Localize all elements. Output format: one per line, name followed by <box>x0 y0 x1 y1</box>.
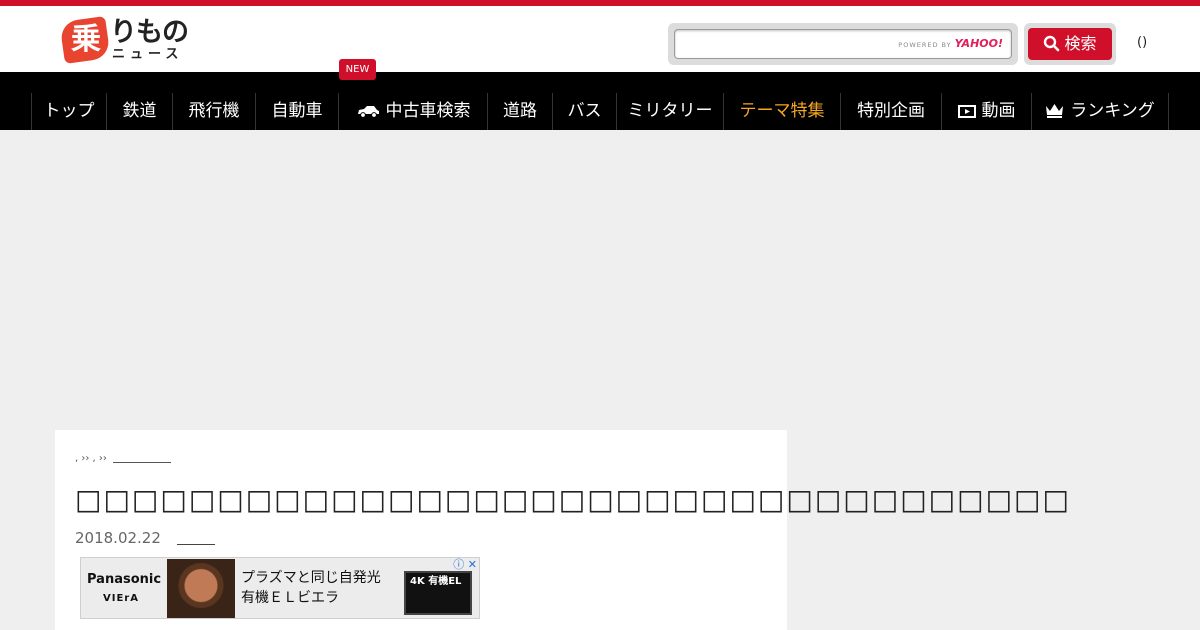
nav-item-theme-feature[interactable]: テーマ特集 <box>723 93 840 130</box>
nav-item-military[interactable]: ミリタリー <box>616 93 723 130</box>
nav-label: 道路 <box>503 101 537 121</box>
nav-item-video[interactable]: 動画 <box>941 93 1031 130</box>
car-icon <box>357 106 379 118</box>
ad-copy-line2: 有機ＥＬビエラ <box>241 590 339 606</box>
nav-label: 飛行機 <box>188 101 240 121</box>
ad-choices-close-icon[interactable]: ⓘ ✕ <box>453 558 477 572</box>
search-input[interactable]: POWERED BY YAHOO! <box>674 29 1012 59</box>
breadcrumb: , ›› , ›› <box>75 452 171 466</box>
nav-label: 中古車検索 <box>385 101 471 121</box>
ad-tv-image: 4K 有機EL <box>404 571 472 615</box>
nav-label: ミリタリー <box>627 101 713 121</box>
search-button-label: 検索 <box>1064 34 1097 53</box>
ad-placeholder <box>0 130 1200 430</box>
video-icon <box>957 105 976 118</box>
article-date: 2018.02.22 <box>75 529 161 547</box>
powered-by-label: POWERED BY YAHOO! <box>898 38 1003 51</box>
display-ad-banner[interactable]: Panasonic VIErA プラズマと同じ自発光 有機ＥＬビエラ 4K 有機… <box>80 557 480 619</box>
nav-item-top[interactable]: トップ <box>31 93 106 130</box>
nav-item-car[interactable]: 自動車 <box>255 93 338 130</box>
nav-item-special-project[interactable]: 特別企画 <box>840 93 941 130</box>
nav-label: トップ <box>43 101 95 121</box>
crown-icon <box>1046 104 1064 118</box>
new-badge: NEW <box>339 59 376 80</box>
nav-item-road[interactable]: 道路 <box>487 93 552 130</box>
nav-item-airplane[interactable]: 飛行機 <box>172 93 255 130</box>
nav-item-bus[interactable]: バス <box>552 93 616 130</box>
article-title: □□□□□□□□□□□□□□□□□□□□□□□□□□□□□□□□□□□ <box>75 483 1071 516</box>
nav-label: 特別企画 <box>857 101 925 121</box>
ad-brand: Panasonic <box>87 572 162 587</box>
article-meta: 2018.02.22 <box>75 528 215 548</box>
main-nav: トップ 鉄道 飛行機 自動車 中古車検索 道路 バス ミリタリー テーマ特集 特… <box>0 59 1200 130</box>
nav-label: テーマ特集 <box>739 101 825 121</box>
nav-label: 自動車 <box>271 101 323 121</box>
nav-item-used-car-search[interactable]: 中古車検索 <box>338 93 487 130</box>
breadcrumb-current-link[interactable] <box>112 453 171 463</box>
ad-tv-label: 4K 有機EL <box>410 576 462 587</box>
search-button-frame: 検索 <box>1024 23 1116 65</box>
nav-item-railway[interactable]: 鉄道 <box>106 93 172 130</box>
site-header: 乗 りもの ニュース POWERED BY YAHOO! 検索 () <box>0 6 1200 72</box>
nav-label: 動画 <box>981 101 1016 121</box>
nav-item-ranking[interactable]: ランキング <box>1031 93 1169 130</box>
search-box: POWERED BY YAHOO! <box>668 23 1018 65</box>
logo-text: りもの <box>110 17 189 48</box>
site-logo[interactable]: 乗 りもの ニュース <box>59 16 202 67</box>
yahoo-logo: YAHOO! <box>954 37 1003 50</box>
user-menu[interactable]: () <box>1137 34 1147 52</box>
article-card: , ›› , ›› □□□□□□□□□□□□□□□□□□□□□□□□□□□□□□… <box>55 430 1069 630</box>
logo-subtext: ニュース <box>112 47 184 62</box>
breadcrumb-text[interactable]: , ›› , ›› <box>75 453 107 464</box>
ad-copy-line1: プラズマと同じ自発光 <box>241 570 381 586</box>
powered-by-text: POWERED BY <box>898 41 952 49</box>
nav-label: ランキング <box>1070 101 1155 121</box>
nav-label: 鉄道 <box>122 101 157 121</box>
ad-photo <box>167 559 235 618</box>
ad-subbrand: VIErA <box>103 593 139 604</box>
author-link[interactable] <box>176 531 215 545</box>
nav-label: バス <box>567 101 602 121</box>
search-button[interactable]: 検索 <box>1028 28 1112 60</box>
search-icon <box>1044 35 1060 52</box>
logo-kanji: 乗 <box>71 22 101 57</box>
